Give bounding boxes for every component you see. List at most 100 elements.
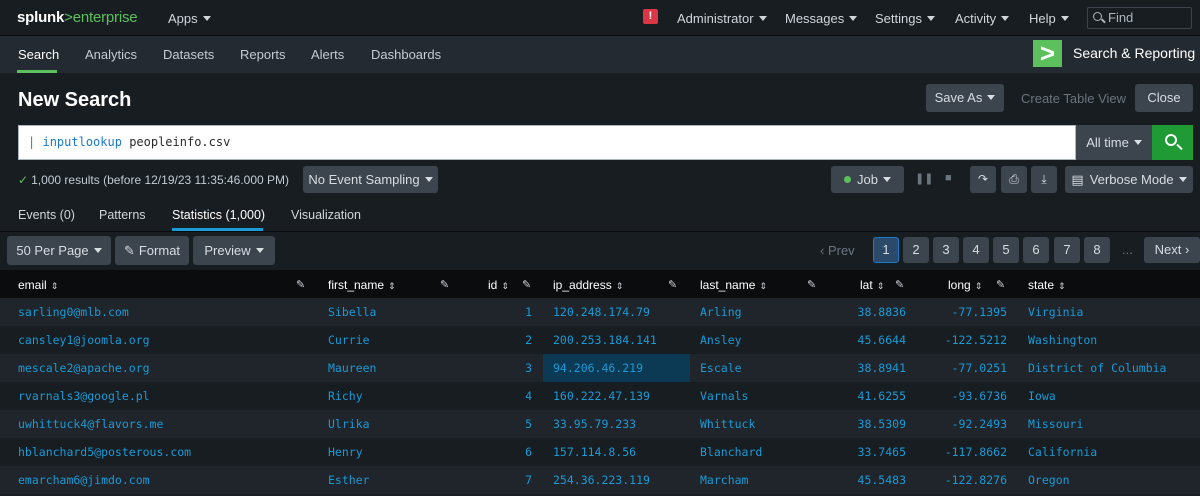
tab-visualization[interactable]: Visualization bbox=[291, 208, 361, 222]
splunk-logo[interactable]: splunk>enterprise bbox=[17, 9, 138, 26]
cell-first-name[interactable]: Maureen bbox=[328, 354, 376, 382]
page-4-button[interactable]: 4 bbox=[963, 237, 989, 263]
cell-long[interactable]: -92.2493 bbox=[920, 410, 1007, 438]
cell-email[interactable]: rvarnals3@google.pl bbox=[18, 382, 150, 410]
cell-last-name[interactable]: Marcham bbox=[700, 466, 748, 494]
search-mode-dropdown[interactable]: ▤ Verbose Mode bbox=[1065, 166, 1193, 193]
cell-state[interactable]: Missouri bbox=[1028, 410, 1083, 438]
print-icon[interactable]: ⎙ bbox=[1001, 166, 1027, 193]
cell-last-name[interactable]: Ansley bbox=[700, 326, 742, 354]
cell-ip-address[interactable]: 157.114.8.56 bbox=[553, 438, 636, 466]
cell-state[interactable]: Washington bbox=[1028, 326, 1097, 354]
cell-lat[interactable]: 45.6644 bbox=[830, 326, 906, 354]
column-header-ip-address[interactable]: ip_address ⇕ bbox=[553, 278, 623, 292]
column-header-long[interactable]: long ⇕ bbox=[948, 278, 982, 292]
messages-menu[interactable]: Messages bbox=[785, 11, 858, 26]
cell-id[interactable]: 1 bbox=[500, 298, 532, 326]
preview-dropdown[interactable]: Preview bbox=[193, 236, 275, 265]
cell-first-name[interactable]: Henry bbox=[328, 438, 363, 466]
cell-first-name[interactable]: Esther bbox=[328, 466, 370, 494]
apps-menu[interactable]: Apps bbox=[168, 11, 211, 26]
cell-state[interactable]: District of Columbia bbox=[1028, 354, 1166, 382]
nav-search[interactable]: Search bbox=[18, 47, 59, 62]
cell-long[interactable]: -117.8662 bbox=[920, 438, 1007, 466]
activity-menu[interactable]: Activity bbox=[955, 11, 1010, 26]
cell-id[interactable]: 7 bbox=[500, 466, 532, 494]
save-as-button[interactable]: Save As bbox=[926, 84, 1004, 112]
cell-id[interactable]: 6 bbox=[500, 438, 532, 466]
cell-last-name[interactable]: Blanchard bbox=[700, 438, 762, 466]
cell-lat[interactable]: 41.6255 bbox=[830, 382, 906, 410]
cell-state[interactable]: Virginia bbox=[1028, 298, 1083, 326]
help-menu[interactable]: Help bbox=[1029, 11, 1069, 26]
page-5-button[interactable]: 5 bbox=[993, 237, 1019, 263]
cell-long[interactable]: -77.1395 bbox=[920, 298, 1007, 326]
cell-state[interactable]: Oregon bbox=[1028, 466, 1070, 494]
cell-id[interactable]: 3 bbox=[500, 354, 532, 382]
cell-long[interactable]: -77.0251 bbox=[920, 354, 1007, 382]
edit-column-icon[interactable]: ✎ bbox=[668, 278, 677, 291]
tab-events[interactable]: Events (0) bbox=[18, 208, 75, 222]
page-8-button[interactable]: 8 bbox=[1084, 237, 1110, 263]
column-header-first-name[interactable]: first_name ⇕ bbox=[328, 278, 396, 292]
edit-column-icon[interactable]: ✎ bbox=[296, 278, 305, 291]
edit-column-icon[interactable]: ✎ bbox=[895, 278, 904, 291]
nav-datasets[interactable]: Datasets bbox=[163, 47, 214, 62]
cell-ip-address[interactable]: 33.95.79.233 bbox=[553, 410, 636, 438]
cell-lat[interactable]: 38.8836 bbox=[830, 298, 906, 326]
per-page-dropdown[interactable]: 50 Per Page bbox=[7, 236, 111, 265]
edit-column-icon[interactable]: ✎ bbox=[807, 278, 816, 291]
close-button[interactable]: Close bbox=[1135, 84, 1193, 112]
column-header-email[interactable]: email ⇕ bbox=[18, 278, 58, 292]
create-table-view-link[interactable]: Create Table View bbox=[1021, 91, 1126, 106]
cell-email[interactable]: hblanchard5@posterous.com bbox=[18, 438, 191, 466]
cell-email[interactable]: cansley1@joomla.org bbox=[18, 326, 150, 354]
cell-id[interactable]: 2 bbox=[500, 326, 532, 354]
cell-lat[interactable]: 38.5309 bbox=[830, 410, 906, 438]
search-app-icon[interactable]: > bbox=[1033, 40, 1062, 67]
column-header-state[interactable]: state ⇕ bbox=[1028, 278, 1066, 292]
stop-icon[interactable]: ■ bbox=[945, 172, 952, 184]
cell-last-name[interactable]: Escale bbox=[700, 354, 742, 382]
cell-last-name[interactable]: Whittuck bbox=[700, 410, 755, 438]
cell-state[interactable]: Iowa bbox=[1028, 382, 1056, 410]
pause-icon[interactable]: ❚❚ bbox=[915, 172, 933, 185]
nav-alerts[interactable]: Alerts bbox=[311, 47, 344, 62]
cell-ip-address[interactable]: 120.248.174.79 bbox=[553, 298, 650, 326]
event-sampling-dropdown[interactable]: No Event Sampling bbox=[303, 166, 438, 193]
next-page-button[interactable]: Next › bbox=[1144, 237, 1200, 263]
prev-page-button[interactable]: ‹ Prev bbox=[820, 243, 855, 258]
cell-id[interactable]: 5 bbox=[500, 410, 532, 438]
column-header-id[interactable]: id ⇕ bbox=[488, 278, 509, 292]
app-name[interactable]: Search & Reporting bbox=[1073, 45, 1195, 61]
cell-email[interactable]: emarcham6@jimdo.com bbox=[18, 466, 150, 494]
page-6-button[interactable]: 6 bbox=[1023, 237, 1049, 263]
time-range-picker[interactable]: All time bbox=[1076, 125, 1152, 160]
page-7-button[interactable]: 7 bbox=[1054, 237, 1080, 263]
cell-ip-address[interactable]: 160.222.47.139 bbox=[553, 382, 650, 410]
cell-long[interactable]: -122.8276 bbox=[920, 466, 1007, 494]
cell-first-name[interactable]: Sibella bbox=[328, 298, 376, 326]
edit-column-icon[interactable]: ✎ bbox=[996, 278, 1005, 291]
nav-dashboards[interactable]: Dashboards bbox=[371, 47, 441, 62]
cell-lat[interactable]: 45.5483 bbox=[830, 466, 906, 494]
cell-state[interactable]: California bbox=[1028, 438, 1097, 466]
cell-ip-address[interactable]: 94.206.46.219 bbox=[553, 354, 643, 382]
column-header-lat[interactable]: lat ⇕ bbox=[860, 278, 884, 292]
page-3-button[interactable]: 3 bbox=[933, 237, 959, 263]
cell-first-name[interactable]: Currie bbox=[328, 326, 370, 354]
page-2-button[interactable]: 2 bbox=[903, 237, 929, 263]
cell-last-name[interactable]: Arling bbox=[700, 298, 742, 326]
alert-icon[interactable]: ! bbox=[643, 9, 658, 24]
cell-long[interactable]: -122.5212 bbox=[920, 326, 1007, 354]
page-1-button[interactable]: 1 bbox=[873, 237, 899, 263]
settings-menu[interactable]: Settings bbox=[875, 11, 935, 26]
cell-email[interactable]: uwhittuck4@flavors.me bbox=[18, 410, 163, 438]
find-input[interactable]: Find bbox=[1087, 7, 1192, 29]
nav-analytics[interactable]: Analytics bbox=[85, 47, 137, 62]
cell-ip-address[interactable]: 200.253.184.141 bbox=[553, 326, 657, 354]
tab-statistics[interactable]: Statistics (1,000) bbox=[172, 208, 265, 222]
tab-patterns[interactable]: Patterns bbox=[99, 208, 146, 222]
share-icon[interactable]: ↷ bbox=[970, 166, 996, 193]
column-header-last-name[interactable]: last_name ⇕ bbox=[700, 278, 767, 292]
